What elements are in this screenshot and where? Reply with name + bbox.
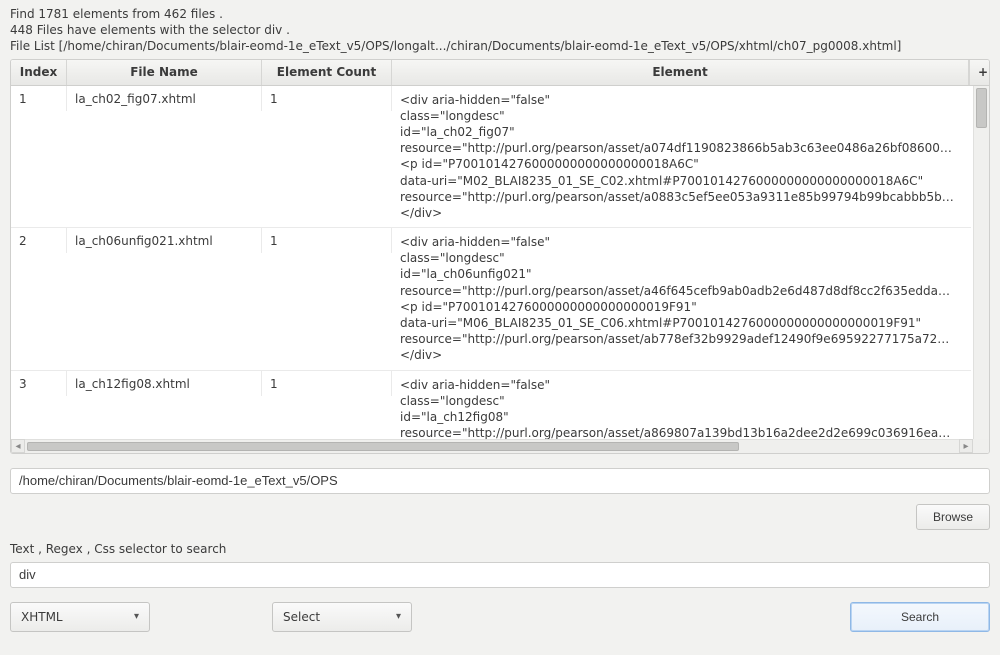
search-button[interactable]: Search (850, 602, 990, 632)
column-header-element-count[interactable]: Element Count (262, 60, 392, 85)
vertical-scrollbar-thumb[interactable] (976, 88, 987, 128)
search-mode-select-value: Select (283, 610, 320, 624)
cell-index: 2 (11, 228, 67, 253)
chevron-down-icon: ▾ (396, 611, 401, 622)
column-header-file-name[interactable]: File Name (67, 60, 262, 85)
table-body: 1 la_ch02_fig07.xhtml 1 <div aria-hidden… (11, 86, 971, 439)
cell-element-count: 1 (262, 86, 392, 111)
summary-files-with-selector: 448 Files have elements with the selecto… (10, 22, 990, 38)
horizontal-scrollbar[interactable]: ◂ ▸ (11, 439, 973, 453)
cell-file-name: la_ch12fig08.xhtml (67, 371, 262, 396)
search-input[interactable] (10, 562, 990, 588)
table-row[interactable]: 2 la_ch06unfig021.xhtml 1 <div aria-hidd… (11, 228, 971, 371)
vertical-scrollbar[interactable] (973, 86, 989, 439)
cell-element-count: 1 (262, 228, 392, 253)
column-header-element[interactable]: Element (392, 60, 969, 85)
browse-button[interactable]: Browse (916, 504, 990, 530)
add-column-button[interactable]: + (969, 60, 989, 85)
table-row[interactable]: 3 la_ch12fig08.xhtml 1 <div aria-hidden=… (11, 371, 971, 439)
scroll-left-icon[interactable]: ◂ (11, 439, 25, 453)
cell-file-name: la_ch02_fig07.xhtml (67, 86, 262, 111)
cell-index: 1 (11, 86, 67, 111)
cell-index: 3 (11, 371, 67, 396)
cell-element: <div aria-hidden="false" class="longdesc… (392, 371, 971, 439)
scroll-right-icon[interactable]: ▸ (959, 439, 973, 453)
summary-file-list-path: File List [/home/chiran/Documents/blair-… (10, 38, 990, 54)
table-header-row: Index File Name Element Count Element + (11, 60, 989, 86)
results-table: Index File Name Element Count Element + … (10, 59, 990, 454)
summary-elements-found: Find 1781 elements from 462 files . (10, 6, 990, 22)
file-type-select-value: XHTML (21, 610, 63, 624)
search-hint-label: Text , Regex , Css selector to search (10, 542, 990, 556)
horizontal-scrollbar-thumb[interactable] (27, 442, 739, 451)
search-mode-select[interactable]: Select ▾ (272, 602, 412, 632)
cell-element: <div aria-hidden="false" class="longdesc… (392, 228, 971, 370)
column-header-index[interactable]: Index (11, 60, 67, 85)
table-row[interactable]: 1 la_ch02_fig07.xhtml 1 <div aria-hidden… (11, 86, 971, 229)
cell-file-name: la_ch06unfig021.xhtml (67, 228, 262, 253)
scrollbar-corner (973, 439, 989, 453)
file-type-select[interactable]: XHTML ▾ (10, 602, 150, 632)
cell-element: <div aria-hidden="false" class="longdesc… (392, 86, 971, 228)
directory-path-input[interactable] (10, 468, 990, 494)
chevron-down-icon: ▾ (134, 611, 139, 622)
cell-element-count: 1 (262, 371, 392, 396)
